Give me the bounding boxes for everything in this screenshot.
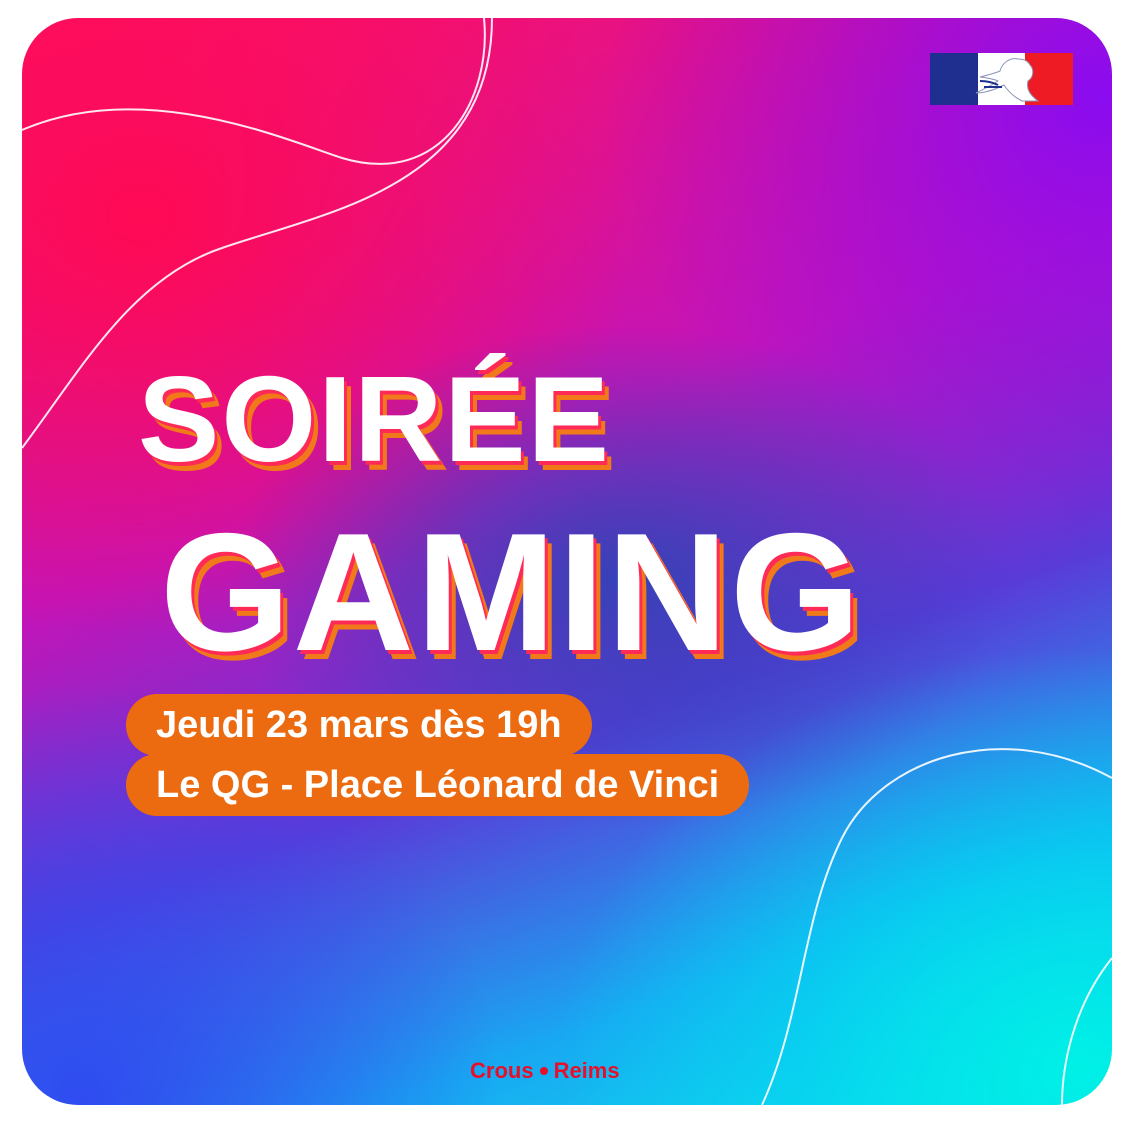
french-republic-marianne-logo xyxy=(930,53,1074,105)
organizer-city: Reims xyxy=(553,1058,620,1083)
bullet-dot-icon xyxy=(539,1066,548,1075)
event-date-label: Jeudi 23 mars dès 19h xyxy=(126,694,592,756)
organizer-logo: Crous Reims xyxy=(470,1058,620,1084)
wave-line-top xyxy=(22,18,486,165)
event-location-label: Le QG - Place Léonard de Vinci xyxy=(126,754,750,816)
marianne-icon xyxy=(975,58,1040,102)
wave-line-bottom-right-2 xyxy=(1061,957,1112,1105)
poster-card: SOIRÉE GAMING Jeudi 23 mars dès 19h Le Q… xyxy=(22,18,1112,1105)
wave-line-bottom-right xyxy=(761,748,1112,1105)
event-title-line-2: GAMING xyxy=(160,498,863,686)
organizer-name: Crous xyxy=(470,1058,534,1083)
event-title-line-1: SOIRÉE xyxy=(138,351,612,487)
